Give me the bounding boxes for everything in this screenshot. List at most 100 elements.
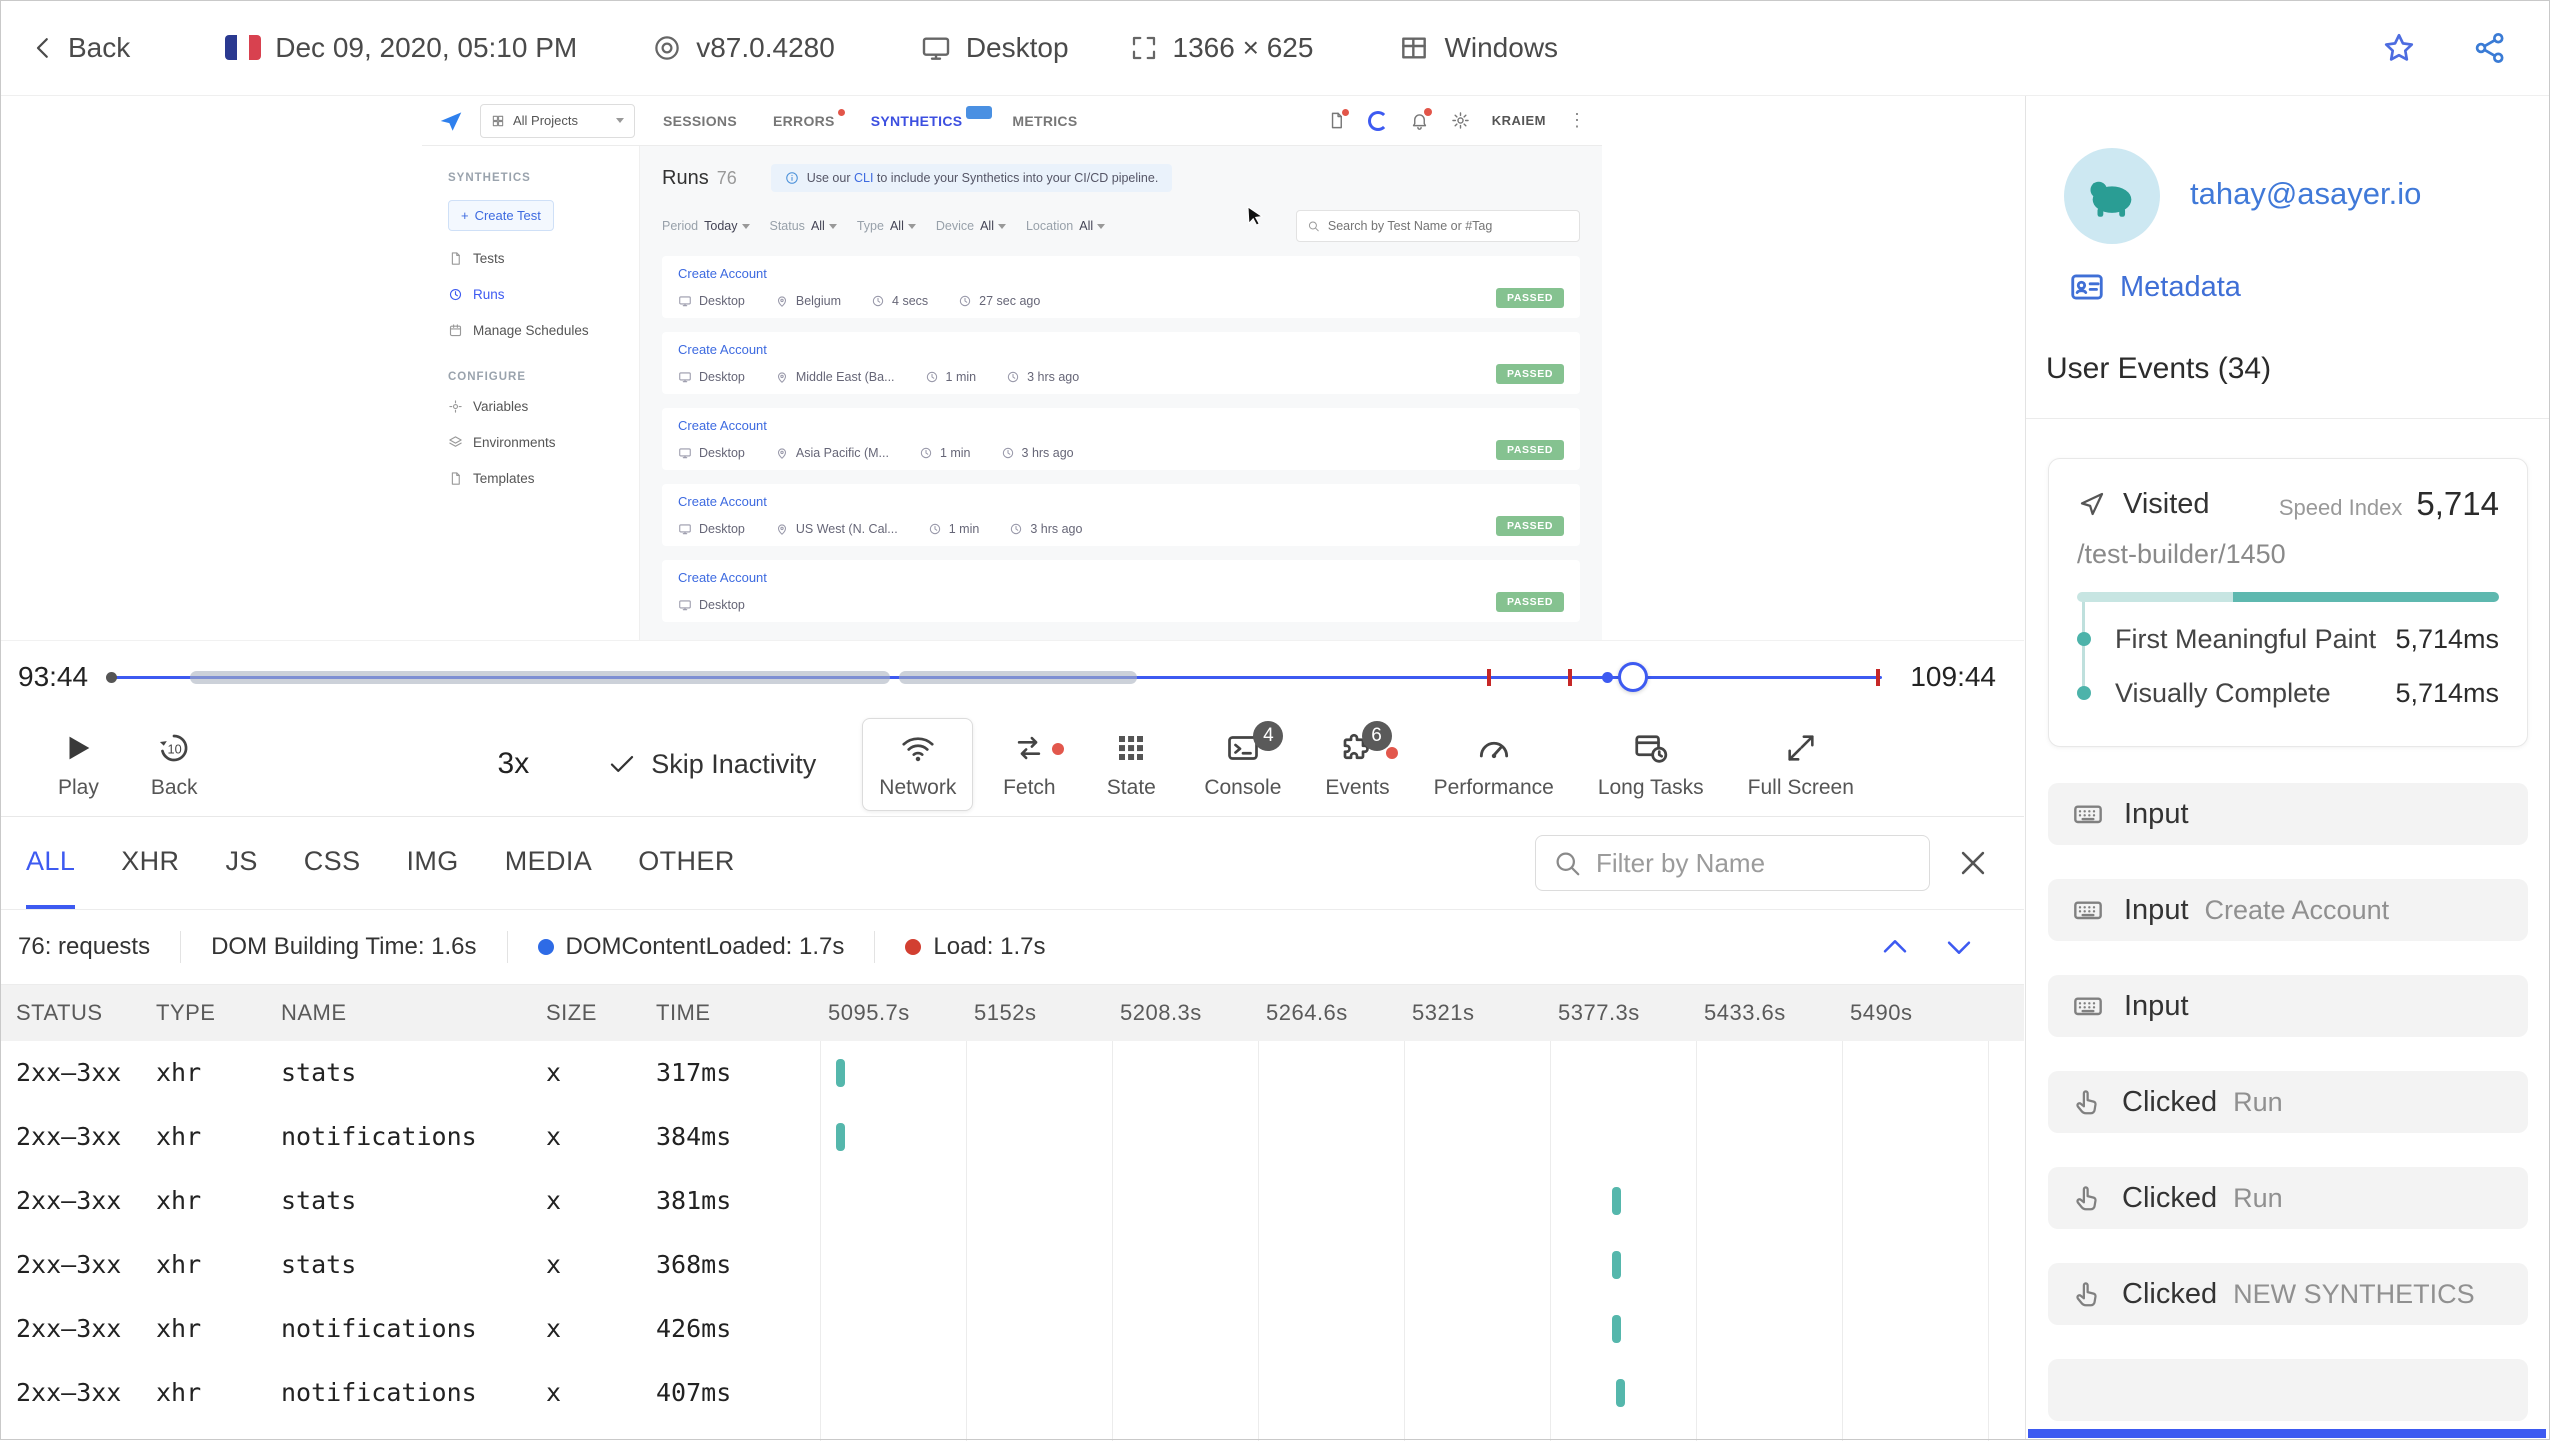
app-filter-location: Location All [1026, 219, 1106, 233]
player-timeline[interactable]: 93:44 109:44 [0, 640, 2024, 712]
app-search-box [1296, 210, 1580, 242]
divider [2026, 418, 2550, 419]
network-tab-all[interactable]: ALL [26, 817, 76, 909]
app-tab-errors: ERRORS [773, 108, 845, 129]
network-request-row[interactable]: 2xx–3xx xhr notifications x 407ms [0, 1361, 2024, 1425]
run-device: Desktop [678, 294, 745, 308]
jump-next-button[interactable] [1942, 930, 1976, 964]
session-date-label: Dec 09, 2020, 05:10 PM [275, 31, 578, 63]
dcl-dot [537, 939, 554, 955]
metadata-button[interactable]: Metadata [2068, 268, 2241, 306]
visited-progress-bar [2077, 592, 2499, 602]
network-request-row[interactable]: 2xx–3xx xhr notifications x 426ms [0, 1297, 2024, 1361]
run-name-link: Create Account [678, 570, 767, 585]
network-tab-img[interactable]: IMG [407, 817, 459, 909]
state-panel-button[interactable]: State [1085, 718, 1177, 811]
console-panel-button[interactable]: Console 4 [1187, 718, 1298, 811]
event-marker-red [1568, 669, 1572, 686]
run-duration: 1 min [925, 370, 976, 384]
recorded-cursor-icon [1243, 204, 1267, 228]
network-tab-other[interactable]: OTHER [638, 817, 735, 909]
app-nav: All Projects SESSIONS ERRORS SYNTHETICS … [422, 96, 1602, 146]
user-event-input[interactable]: Input [2048, 975, 2528, 1037]
seek-track[interactable] [106, 662, 1882, 692]
france-flag-icon [225, 35, 262, 60]
favorite-star-button[interactable] [2381, 30, 2417, 66]
app-user-name: KRAIEM [1491, 113, 1546, 128]
performance-panel-button[interactable]: Performance [1417, 718, 1571, 811]
user-events-sidebar: tahay@asayer.io Metadata User Events (34… [2025, 96, 2550, 1440]
metric-row: Visually Complete 5,714ms [2077, 666, 2499, 720]
visited-event-card[interactable]: Visited Speed Index 5,714 /test-builder/… [2048, 458, 2528, 747]
network-request-row[interactable]: 2xx–3xx xhr stats x 381ms [0, 1169, 2024, 1233]
share-button[interactable] [2472, 30, 2508, 66]
run-ago: 3 hrs ago [1009, 522, 1082, 536]
long-tasks-panel-button[interactable]: Long Tasks [1581, 718, 1721, 811]
user-event-partial[interactable] [2048, 1359, 2528, 1421]
app-create-test-button: + Create Test [448, 200, 554, 231]
app-loading-spinner [1367, 110, 1388, 131]
app-sidebar-item-tests: Tests [448, 251, 639, 266]
events-panel-button[interactable]: Events 6 [1308, 718, 1406, 811]
play-button[interactable]: Play [58, 729, 99, 800]
errors-notification-dot [837, 108, 845, 116]
network-icon [900, 729, 936, 767]
network-tab-media[interactable]: MEDIA [505, 817, 593, 909]
full-screen-button[interactable]: Full Screen [1731, 718, 1871, 811]
user-avatar [2064, 148, 2160, 244]
network-request-row[interactable]: 2xx–3xx xhr notifications x 384ms [0, 1105, 2024, 1169]
app-tab-metrics: METRICS [1012, 112, 1078, 129]
app-filters-row: Period Today Status All Type All Device All … [662, 210, 1580, 242]
user-event-clicked[interactable]: Clicked Run [2048, 1071, 2528, 1133]
session-device: Desktop [920, 32, 1069, 64]
network-tab-js[interactable]: JS [225, 817, 257, 909]
user-event-clicked[interactable]: Clicked Run [2048, 1167, 2528, 1229]
waterfall-bar [1612, 1251, 1621, 1279]
chevron-left-icon [28, 33, 58, 63]
user-events-list: Visited Speed Index 5,714 /test-builder/… [2026, 432, 2550, 1440]
fetch-panel-button[interactable]: Fetch [983, 718, 1075, 811]
user-event-input[interactable]: Input Create Account [2048, 879, 2528, 941]
jump-previous-button[interactable] [1878, 930, 1912, 964]
network-request-row[interactable]: 2xx–3xx xhr stats x 317ms [0, 1041, 2024, 1105]
event-marker-red [1487, 669, 1491, 686]
run-duration: 4 secs [871, 294, 928, 308]
back-button[interactable]: Back [28, 32, 130, 64]
seek-knob[interactable] [1618, 662, 1648, 692]
visited-label: Visited [2123, 487, 2210, 520]
player-topbar: Back Dec 09, 2020, 05:10 PM v87.0.4280 D… [0, 0, 2550, 96]
run-status-badge: PASSED [1496, 516, 1564, 536]
app-run-card: Create Account Desktop Belgium 4 secs 27… [662, 256, 1580, 318]
app-filter-period: Period Today [662, 219, 750, 233]
app-filter-status: Status All [770, 219, 837, 233]
network-panel-button[interactable]: Network [862, 717, 974, 811]
close-panel-button[interactable] [1956, 846, 1990, 880]
speed-toggle[interactable]: 3x [498, 747, 530, 781]
user-event-clicked[interactable]: Clicked NEW SYNTHETICS [2048, 1263, 2528, 1325]
app-logo-icon [438, 108, 464, 134]
network-request-row[interactable]: 2xx–3xx xhr stats x 368ms [0, 1233, 2024, 1297]
network-panel: ALL XHR JS CSS IMG MEDIA OTHER 76: reque… [0, 816, 2024, 1441]
user-email: tahay@asayer.io [2190, 176, 2422, 211]
state-icon [1115, 729, 1147, 767]
app-sidebar-section-configure: CONFIGURE [448, 371, 526, 383]
back-10s-button[interactable]: 10 Back [151, 729, 198, 800]
time-tick: 5321s [1412, 1000, 1475, 1025]
time-tick: 5264.6s [1266, 1000, 1348, 1025]
network-tab-css[interactable]: CSS [304, 817, 361, 909]
dom-building-time: DOM Building Time: 1.6s [211, 933, 477, 960]
network-filter-input[interactable] [1596, 847, 1913, 879]
full-screen-icon [1784, 729, 1818, 767]
network-tab-xhr[interactable]: XHR [121, 817, 179, 909]
run-name-link: Create Account [678, 418, 767, 433]
network-filter-box[interactable] [1535, 835, 1930, 891]
skip-inactivity-toggle[interactable]: Skip Inactivity [607, 749, 816, 780]
app-sidebar-item-runs: Runs [448, 287, 639, 302]
app-bell-icon [1410, 108, 1432, 130]
app-run-card: Create Account Desktop US West (N. Cal..… [662, 484, 1580, 546]
resolution-icon [1129, 33, 1159, 63]
run-ago: 3 hrs ago [1001, 446, 1074, 460]
user-event-input[interactable]: Input [2048, 783, 2528, 845]
app-cli-link: CLI [853, 171, 874, 185]
id-card-icon [2068, 268, 2106, 306]
